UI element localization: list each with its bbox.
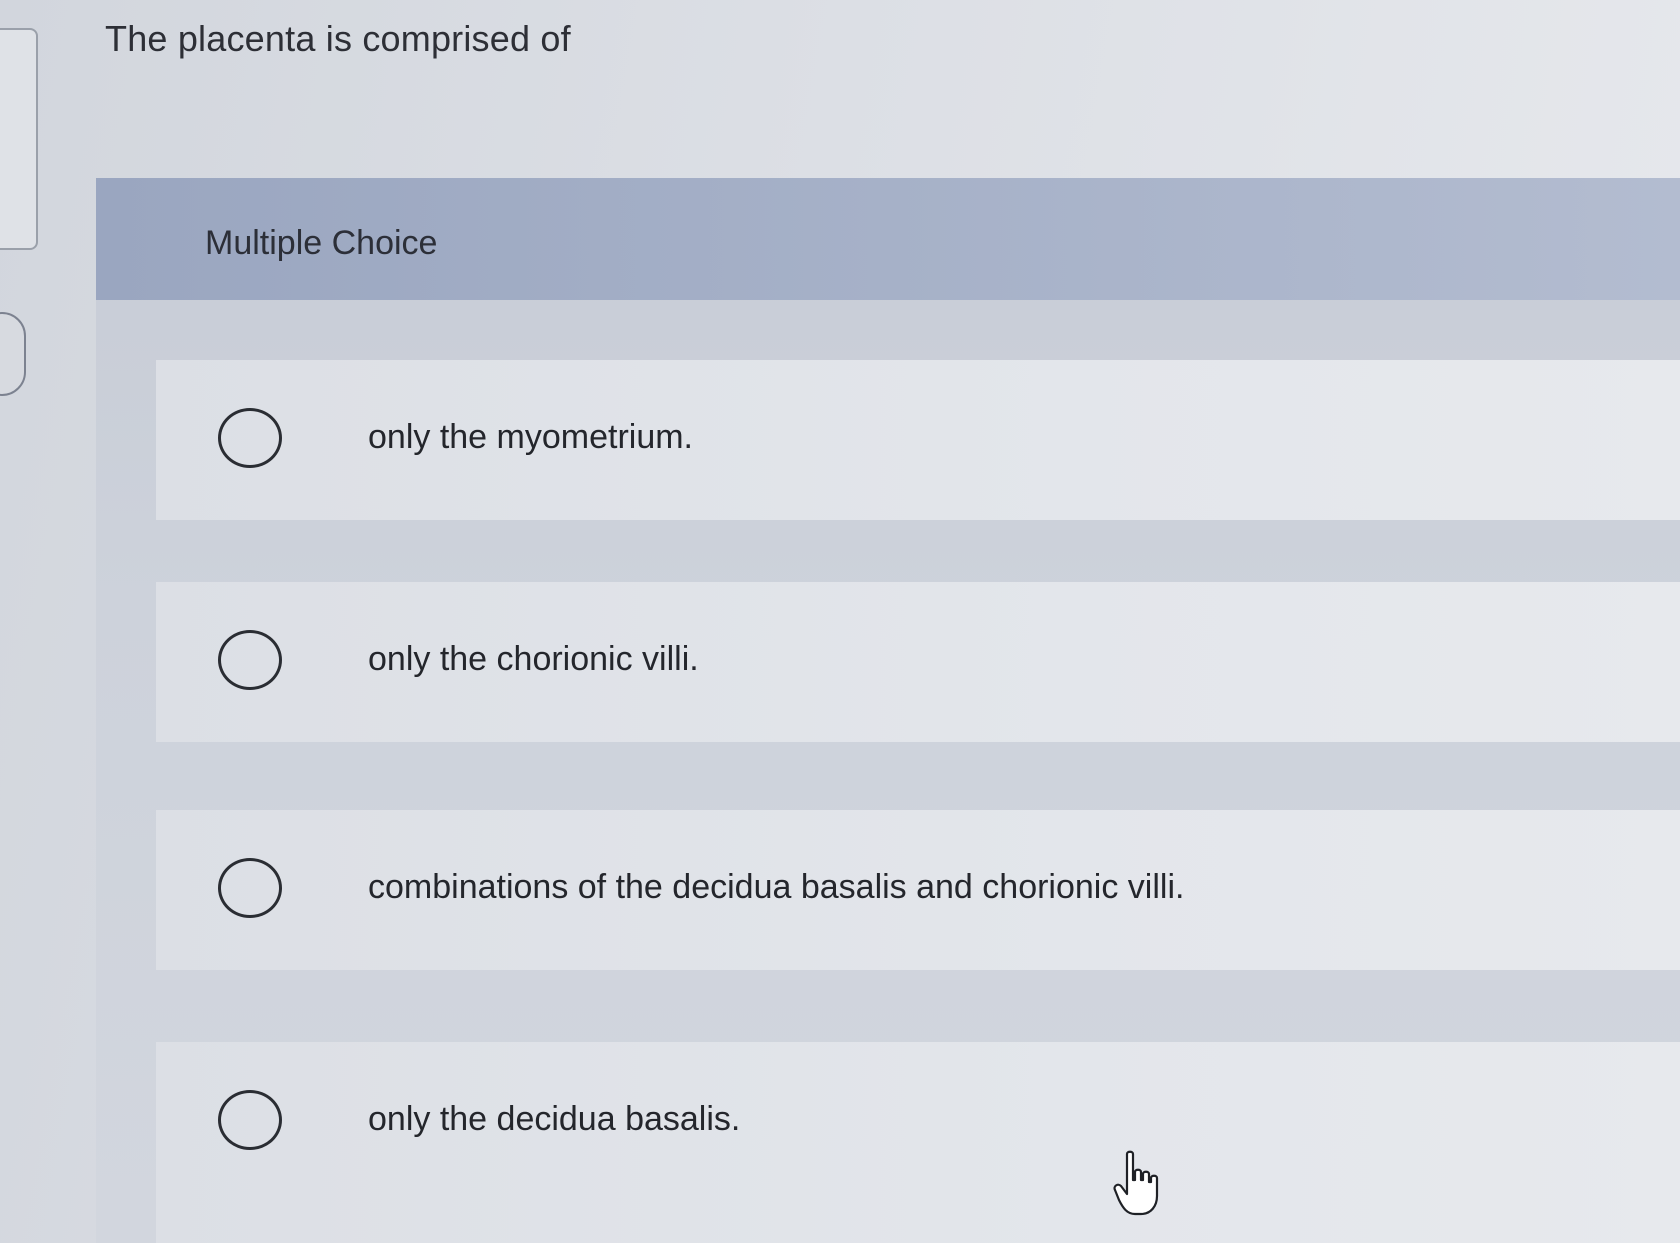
answer-option-3[interactable]: combinations of the decidua basalis and … xyxy=(156,810,1680,970)
radio-unselected-icon[interactable] xyxy=(218,1090,282,1150)
left-edge-button[interactable] xyxy=(0,312,26,396)
radio-unselected-icon[interactable] xyxy=(218,408,282,468)
answer-option-label: combinations of the decidua basalis and … xyxy=(368,868,1185,906)
question-title: The placenta is comprised of xyxy=(105,18,571,59)
question-type-label: Multiple Choice xyxy=(205,224,438,262)
panel-header: Multiple Choice xyxy=(96,178,1680,300)
hand-pointer-cursor-icon xyxy=(1113,1150,1159,1216)
answer-option-4[interactable]: only the decidua basalis. xyxy=(156,1042,1680,1243)
left-edge-panel xyxy=(0,28,38,250)
radio-unselected-icon[interactable] xyxy=(218,630,282,690)
answer-option-2[interactable]: only the chorionic villi. xyxy=(156,582,1680,742)
answer-option-1[interactable]: only the myometrium. xyxy=(156,360,1680,520)
answer-option-label: only the chorionic villi. xyxy=(368,640,699,678)
answer-option-label: only the decidua basalis. xyxy=(368,1100,741,1138)
radio-unselected-icon[interactable] xyxy=(218,858,282,918)
multiple-choice-panel: Multiple Choice only the myometrium. onl… xyxy=(96,178,1680,1243)
answer-option-label: only the myometrium. xyxy=(368,418,693,456)
